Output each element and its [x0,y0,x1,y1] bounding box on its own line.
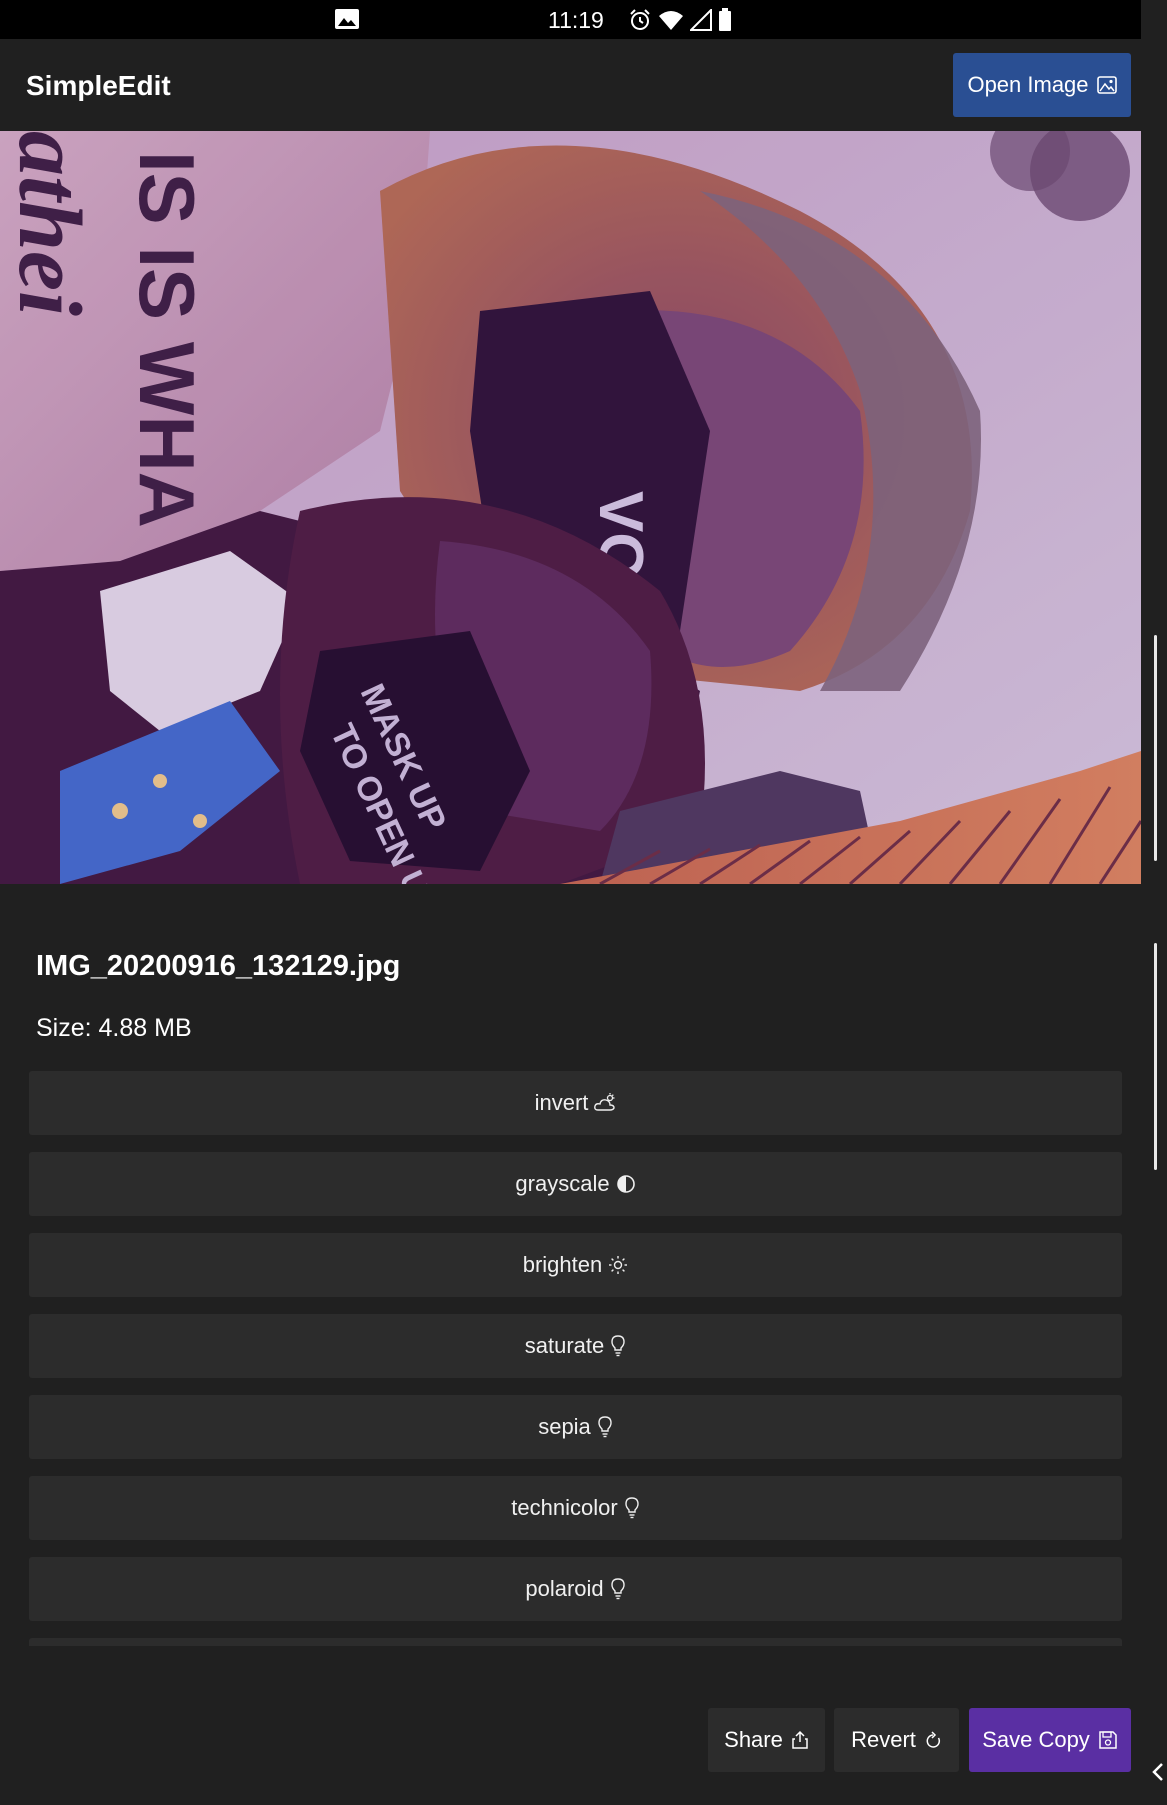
signal-icon [690,9,712,31]
bottom-action-bar: Share Revert Save Copy [0,1690,1141,1772]
revert-label: Revert [851,1727,916,1752]
filter-saturate-button[interactable]: saturate [29,1314,1122,1378]
share-label: Share [724,1727,783,1752]
lightbulb-icon [610,1335,626,1357]
filter-label: saturate [524,1333,605,1358]
lightbulb-icon [610,1578,626,1600]
filter-label: technicolor [511,1495,618,1520]
filter-label: polaroid [525,1576,604,1601]
share-icon [791,1730,809,1750]
filter-invert-button[interactable]: invert [29,1071,1122,1135]
status-bar: 11:19 [0,0,1141,39]
scrollbar-thumb[interactable] [1154,635,1157,861]
filter-next-button-partial[interactable] [29,1638,1122,1646]
app-title: SimpleEdit [26,70,171,101]
image-size: Size: 4.88 MB [36,1014,192,1042]
cloud-sun-icon [594,1093,616,1113]
filter-list: invert grayscale brighten saturate sepia… [29,1071,1122,1646]
open-image-label: Open Image [967,72,1089,97]
save-icon [1098,1730,1118,1750]
lightbulb-icon [624,1497,640,1519]
wifi-icon [658,9,684,31]
filter-brighten-button[interactable]: brighten [29,1233,1122,1297]
save-copy-button[interactable]: Save Copy [969,1708,1131,1772]
filter-label: invert [534,1090,589,1115]
chevron-left-icon[interactable] [1151,1762,1165,1782]
lightbulb-icon [597,1416,613,1438]
scrollbar-thumb-lower[interactable] [1154,943,1157,1170]
save-copy-label: Save Copy [982,1727,1090,1752]
status-icons [628,7,732,33]
app-bar: SimpleEdit Open Image [0,39,1141,131]
contrast-icon [616,1174,636,1194]
gallery-icon [334,8,360,30]
image-filename: IMG_20200916_132129.jpg [36,950,401,982]
battery-icon [718,8,732,32]
filter-technicolor-button[interactable]: technicolor [29,1476,1122,1540]
filter-sepia-button[interactable]: sepia [29,1395,1122,1459]
sun-icon [608,1255,628,1275]
image-preview: VOTE MASK UP TO OPEN UP IS IS WHA athei [0,131,1141,884]
filter-polaroid-button[interactable]: polaroid [29,1557,1122,1621]
revert-button[interactable]: Revert [834,1708,959,1772]
image-icon [1096,76,1117,94]
filter-grayscale-button[interactable]: grayscale [29,1152,1122,1216]
alarm-icon [628,8,652,32]
open-image-button[interactable]: Open Image [953,53,1131,117]
refresh-icon [924,1730,942,1750]
share-button[interactable]: Share [708,1708,825,1772]
filter-label: sepia [538,1414,591,1439]
filter-label: grayscale [515,1171,610,1196]
status-time: 11:19 [548,7,604,33]
filter-label: brighten [522,1252,603,1277]
edge-panel [1141,0,1167,1805]
